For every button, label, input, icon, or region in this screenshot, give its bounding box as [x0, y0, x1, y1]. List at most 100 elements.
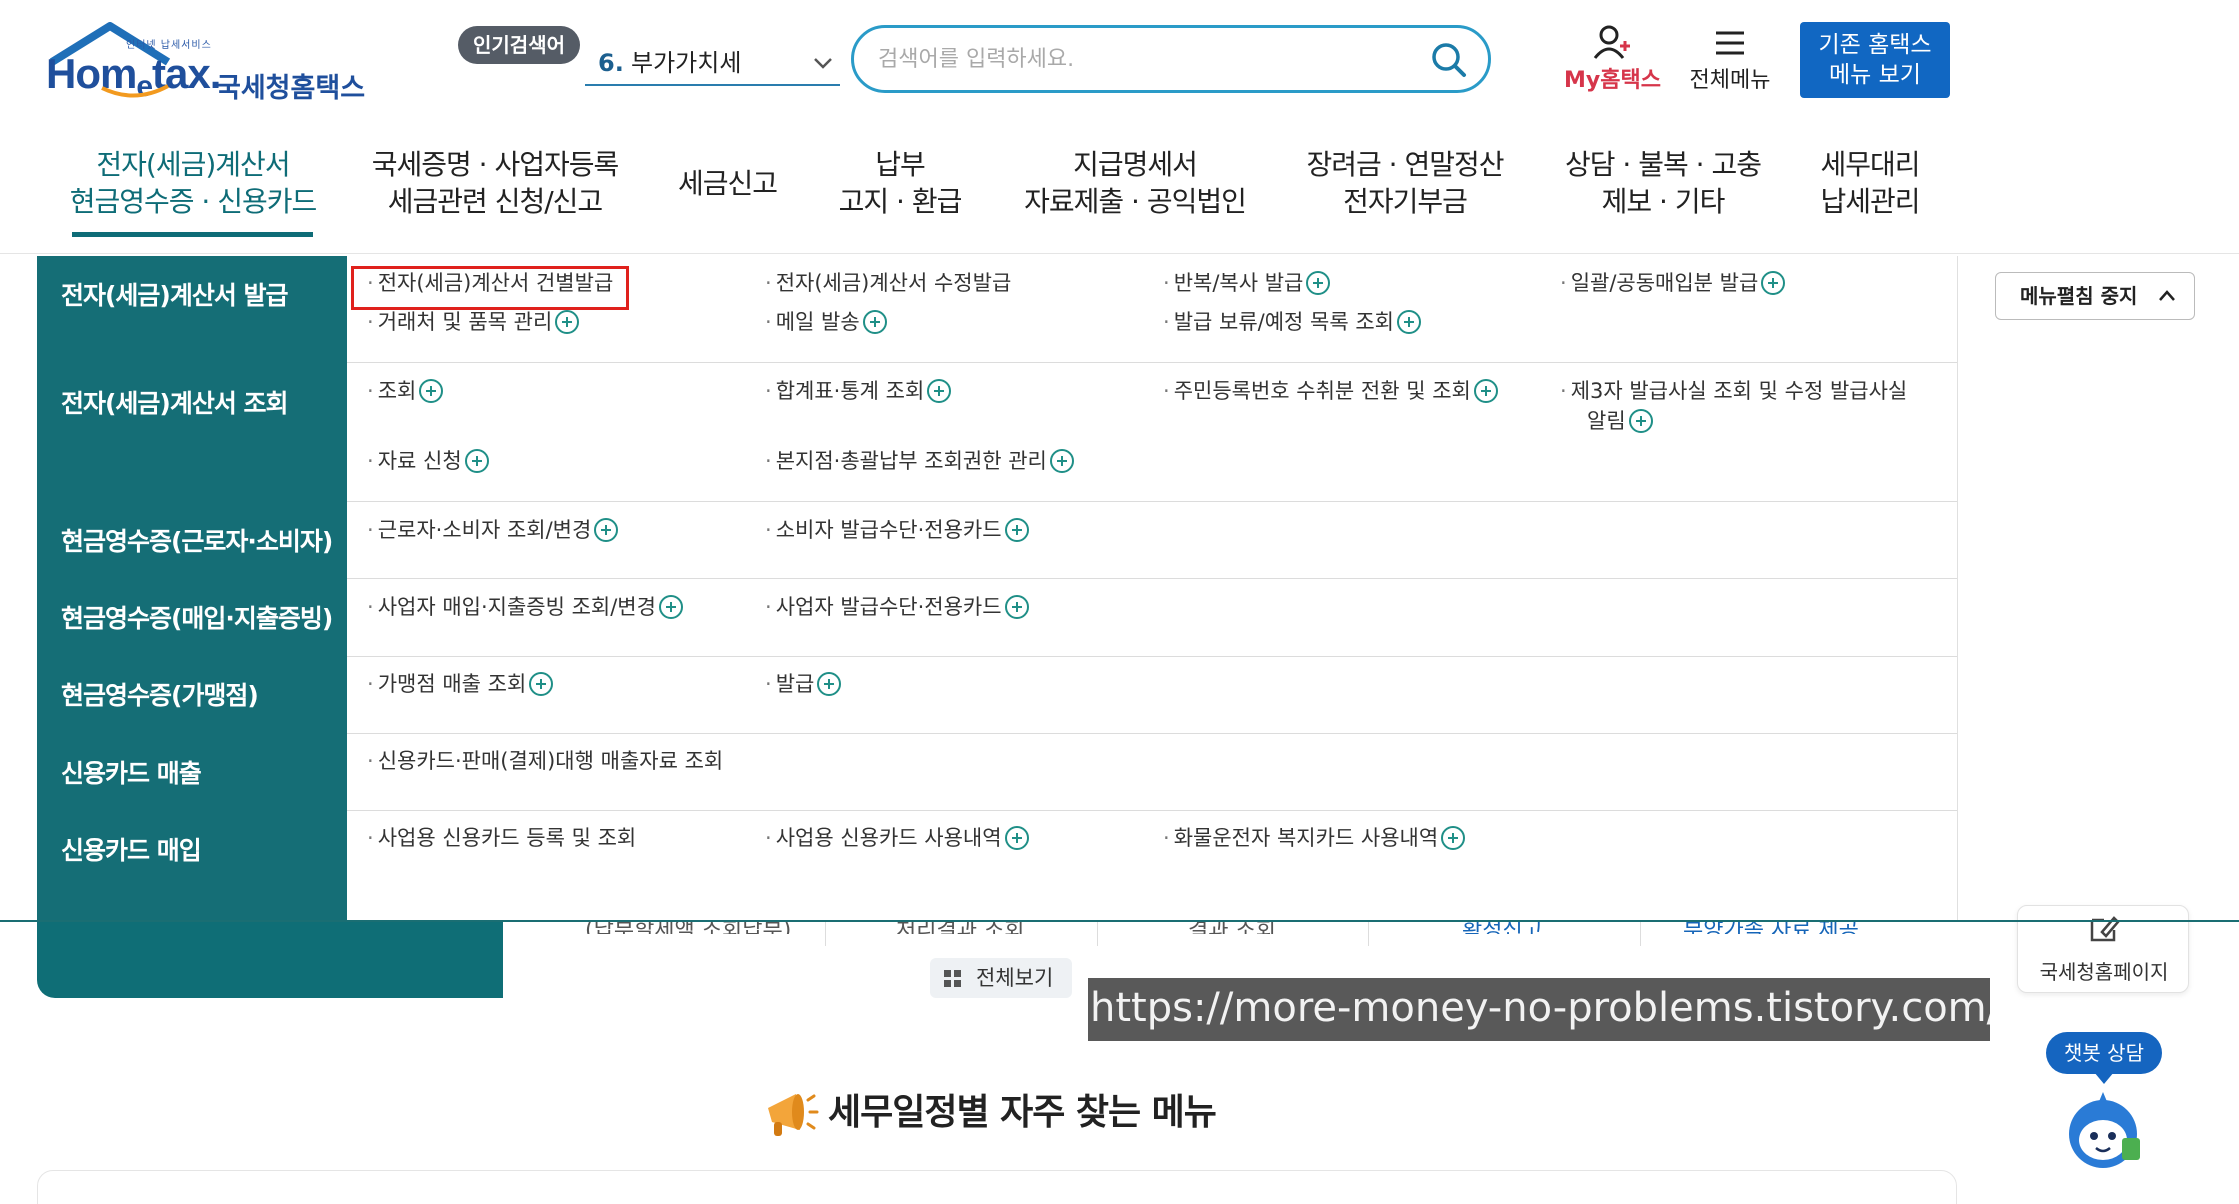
chatbot-button[interactable]: 챗봇 상담	[2046, 1032, 2162, 1084]
link-partner-items[interactable]: · 거래처 및 품목 관리	[367, 307, 580, 337]
nav-tax-filing[interactable]: 세금신고	[660, 165, 795, 202]
chatbot-character-icon[interactable]	[2058, 1088, 2148, 1174]
row-divider	[347, 362, 1957, 363]
user-icon	[1593, 25, 1630, 59]
plus-circle-icon[interactable]	[658, 595, 683, 619]
link-mail-send[interactable]: · 메일 발송	[765, 307, 887, 337]
nav-payment[interactable]: 납부 고지 · 환급	[830, 146, 970, 220]
link-issue-modify[interactable]: · 전자(세금)계산서 수정발급	[765, 268, 1011, 298]
search-box	[851, 25, 1491, 93]
nav-line2: 전자기부금	[1343, 185, 1468, 218]
watermark-url: https://more-money-no-problems.tistory.c…	[1088, 978, 1990, 1041]
category-receipt-merchant[interactable]: 현금영수증(가맹점)	[37, 676, 347, 712]
link-worker-inquiry[interactable]: · 근로자·소비자 조회/변경	[367, 515, 619, 545]
link-rrn-convert[interactable]: · 주민등록번호 수취분 전환 및 조회	[1163, 376, 1498, 406]
link-data-request[interactable]: · 자료 신청	[367, 446, 489, 476]
row-divider	[347, 810, 1957, 811]
plus-circle-icon[interactable]	[1306, 271, 1331, 295]
plus-circle-icon[interactable]	[1004, 826, 1029, 850]
nav-line2: 자료제출 · 공익법인	[1024, 185, 1247, 218]
all-menu-label: 전체메뉴	[1689, 68, 1771, 93]
plus-circle-icon[interactable]	[817, 672, 842, 696]
nav-line1: 장려금 · 연말정산	[1306, 148, 1504, 181]
nav-line2: 현금영수증 · 신용카드	[69, 185, 318, 218]
plus-circle-icon[interactable]	[419, 379, 444, 403]
fold-menu-button[interactable]: 메뉴펼침 중지	[1995, 272, 2195, 320]
legacy-menu-line1: 기존 홈택스	[1818, 32, 1932, 58]
plus-circle-icon[interactable]	[464, 449, 489, 473]
link-issue-bulk[interactable]: · 일괄/공동매입분 발급	[1560, 268, 1786, 298]
category-invoice-issue[interactable]: 전자(세금)계산서 발급	[37, 276, 347, 312]
chevron-down-icon	[814, 58, 832, 69]
link-consumer-means[interactable]: · 소비자 발급수단·전용카드	[765, 515, 1029, 545]
nav-payment-statement[interactable]: 지급명세서 자료제출 · 공익법인	[1020, 146, 1250, 220]
link-freight-card[interactable]: · 화물운전자 복지카드 사용내역	[1163, 823, 1466, 853]
plus-circle-icon[interactable]	[1441, 826, 1466, 850]
plus-circle-icon[interactable]	[1628, 409, 1653, 433]
view-all-button[interactable]: 전체보기	[930, 958, 1072, 998]
dropdown-right-border	[1957, 256, 1958, 921]
link-inquiry[interactable]: · 조회	[367, 376, 444, 406]
nav-line1: 지급명세서	[1073, 148, 1198, 181]
dropdown-bottom-border	[0, 920, 2239, 922]
highlight-annotation-box	[351, 266, 629, 310]
nts-homepage-widget[interactable]: 국세청홈페이지	[2017, 905, 2189, 993]
popular-search-select[interactable]: 6. 부가가치세	[585, 40, 840, 86]
my-hometax-label: My홈택스	[1564, 68, 1661, 93]
nav-line1: 세금신고	[677, 167, 778, 200]
link-third-party[interactable]: · 제3자 발급사실 조회 및 수정 발급사실	[1560, 376, 1907, 406]
divider	[1640, 920, 1641, 946]
link-third-party-cont[interactable]: 알림	[1587, 406, 1653, 436]
legacy-menu-button[interactable]: 기존 홈택스 메뉴 보기	[1800, 22, 1950, 98]
link-card-sales[interactable]: · 신용카드·판매(결제)대행 매출자료 조회	[367, 746, 723, 776]
divider	[1368, 920, 1369, 946]
category-receipt-worker[interactable]: 현금영수증(근로자·소비자)	[37, 522, 347, 558]
link-branch-auth[interactable]: · 본지점·총괄납부 조회권한 관리	[765, 446, 1074, 476]
nav-certificates[interactable]: 국세증명 · 사업자등록 세금관련 신청/신고	[365, 146, 625, 220]
plus-circle-icon[interactable]	[555, 310, 580, 334]
category-invoice-inquiry[interactable]: 전자(세금)계산서 조회	[37, 384, 347, 420]
plus-circle-icon[interactable]	[1397, 310, 1421, 334]
divider	[1097, 920, 1098, 946]
category-card-purchase[interactable]: 신용카드 매입	[37, 831, 347, 867]
link-biz-card-usage[interactable]: · 사업용 신용카드 사용내역	[765, 823, 1029, 853]
nav-tax-agent[interactable]: 세무대리 납세관리	[1810, 146, 1930, 220]
hometax-logo[interactable]: 인터넷 납세서비스 Hometax. 국세청홈택스	[40, 22, 370, 104]
nav-line1: 전자(세금)계산서	[96, 148, 290, 181]
link-biz-means[interactable]: · 사업자 발급수단·전용카드	[765, 592, 1029, 622]
link-biz-purchase[interactable]: · 사업자 매입·지출증빙 조회/변경	[367, 592, 683, 622]
nav-e-invoice[interactable]: 전자(세금)계산서 현금영수증 · 신용카드	[62, 146, 324, 220]
plus-circle-icon[interactable]	[1761, 271, 1786, 295]
search-icon[interactable]	[1430, 41, 1468, 79]
link-biz-card-reg[interactable]: · 사업용 신용카드 등록 및 조회	[367, 823, 636, 853]
my-hometax-button[interactable]: My홈택스	[1560, 24, 1665, 94]
plus-circle-icon[interactable]	[1473, 379, 1498, 403]
nav-line1: 상담 · 불복 · 고충	[1565, 148, 1762, 181]
link-issue-repeat[interactable]: · 반복/복사 발급	[1163, 268, 1331, 298]
grid-icon	[944, 970, 962, 988]
popular-term: 부가가치세	[631, 49, 742, 77]
all-menu-button[interactable]: 전체메뉴	[1684, 24, 1776, 94]
category-receipt-purchase[interactable]: 현금영수증(매입·지출증빙)	[37, 599, 347, 635]
nav-incentive[interactable]: 장려금 · 연말정산 전자기부금	[1300, 146, 1510, 220]
plus-circle-icon[interactable]	[594, 518, 619, 542]
plus-circle-icon[interactable]	[1004, 595, 1029, 619]
category-card-sales[interactable]: 신용카드 매출	[37, 754, 347, 790]
mega-menu-dropdown: 전자(세금)계산서 발급 전자(세금)계산서 조회 현금영수증(근로자·소비자)…	[37, 256, 1957, 921]
link-merchant-sales[interactable]: · 가맹점 매출 조회	[367, 669, 554, 699]
link-summary-stats[interactable]: · 합계표·통계 조회	[765, 376, 952, 406]
plus-circle-icon[interactable]	[1004, 518, 1029, 542]
link-pending-list[interactable]: · 발급 보류/예정 목록 조회	[1163, 307, 1421, 337]
plus-circle-icon[interactable]	[927, 379, 952, 403]
plus-circle-icon[interactable]	[529, 672, 554, 696]
fold-menu-label: 메뉴펼침 중지	[2020, 284, 2138, 308]
plus-circle-icon[interactable]	[862, 310, 887, 334]
section-title: 세무일정별 자주 찾는 메뉴	[760, 1078, 1217, 1148]
nav-consultation[interactable]: 상담 · 불복 · 고충 제보 · 기타	[1558, 146, 1768, 220]
active-tab-underline	[72, 232, 313, 237]
link-merchant-issue[interactable]: · 발급	[765, 669, 842, 699]
popular-search-badge: 인기검색어	[458, 26, 580, 64]
plus-circle-icon[interactable]	[1049, 449, 1074, 473]
nav-line1: 국세증명 · 사업자등록	[371, 148, 620, 181]
search-input[interactable]	[878, 42, 1408, 76]
